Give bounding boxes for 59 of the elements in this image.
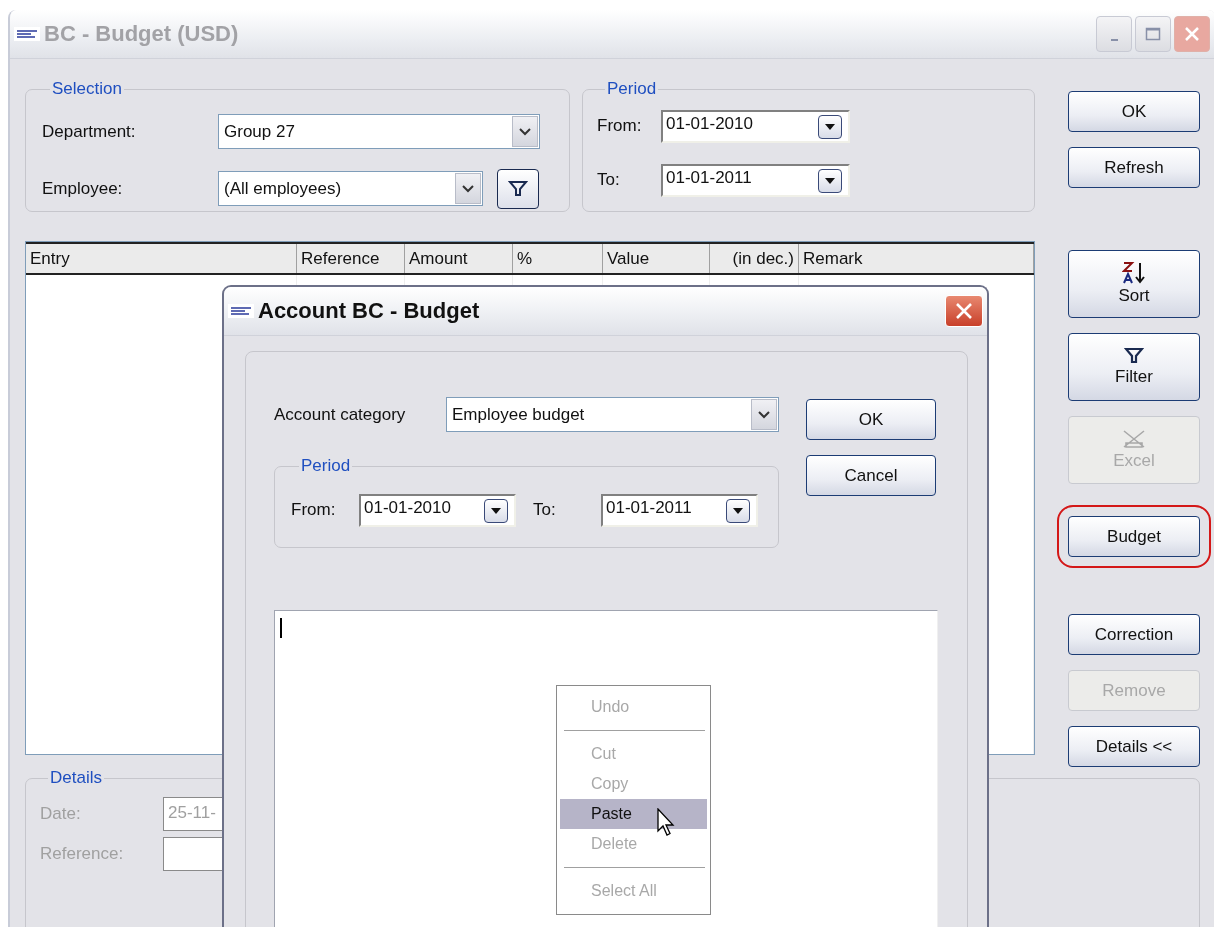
app-logo-icon bbox=[14, 27, 40, 41]
account-category-dropdown[interactable]: Employee budget bbox=[446, 397, 779, 432]
field-label: To: bbox=[533, 500, 557, 520]
field-label: Reference: bbox=[40, 844, 125, 864]
field-label: To: bbox=[597, 170, 621, 190]
column-header[interactable]: Remark bbox=[799, 244, 1034, 273]
text-caret bbox=[280, 618, 282, 638]
dialog-title: Account BC - Budget bbox=[258, 298, 480, 324]
filter-button[interactable] bbox=[497, 168, 539, 209]
field-label: From: bbox=[597, 116, 643, 136]
chevron-down-icon bbox=[462, 184, 474, 193]
dropdown-arrow-icon bbox=[491, 507, 501, 514]
close-icon bbox=[955, 302, 973, 320]
side-button[interactable]: Sort bbox=[1068, 250, 1200, 318]
maximize-icon bbox=[1145, 27, 1161, 41]
dropdown-arrow-icon bbox=[825, 123, 835, 130]
minimize-icon bbox=[1110, 39, 1118, 41]
chevron-down-icon bbox=[758, 410, 770, 419]
dropdown-arrow-icon bbox=[733, 507, 743, 514]
side-button[interactable]: Details << bbox=[1068, 726, 1200, 767]
dialog-button[interactable]: OK bbox=[806, 399, 936, 440]
filter-icon bbox=[1124, 347, 1144, 365]
spreadsheet-icon bbox=[1122, 429, 1146, 449]
column-header[interactable]: Reference bbox=[297, 244, 405, 273]
group-title: Details bbox=[49, 768, 103, 788]
column-header[interactable]: Value bbox=[603, 244, 710, 273]
field-label: Department: bbox=[42, 121, 137, 142]
column-header[interactable]: (in dec.) bbox=[710, 244, 799, 273]
menu-item[interactable]: Paste bbox=[560, 799, 707, 829]
group-title: Period bbox=[300, 456, 352, 476]
sort-icon bbox=[1122, 262, 1146, 284]
filter-icon bbox=[508, 179, 528, 198]
date-picker[interactable]: 01-01-2010 bbox=[359, 493, 516, 527]
column-header[interactable]: % bbox=[513, 244, 603, 273]
field-label: Employee: bbox=[42, 178, 124, 199]
close-icon bbox=[1184, 26, 1200, 42]
dialog-button[interactable]: Cancel bbox=[806, 455, 936, 496]
chevron-down-icon bbox=[519, 127, 531, 136]
department-dropdown[interactable]: Group 27 bbox=[218, 114, 540, 149]
employee-dropdown[interactable]: (All employees) bbox=[218, 171, 483, 206]
side-button[interactable]: Refresh bbox=[1068, 147, 1200, 188]
field-label: Account category bbox=[274, 404, 407, 425]
date-picker[interactable]: 01-01-2011 bbox=[661, 163, 850, 197]
app-logo-icon bbox=[228, 304, 254, 318]
date-picker[interactable]: 01-01-2010 bbox=[661, 109, 850, 143]
field-label: Date: bbox=[40, 804, 82, 824]
dropdown-arrow-icon bbox=[825, 177, 835, 184]
side-button[interactable]: Correction bbox=[1068, 614, 1200, 655]
field-label: From: bbox=[291, 500, 337, 520]
date-picker[interactable]: 01-01-2011 bbox=[601, 493, 758, 527]
group-title: Period bbox=[606, 79, 658, 99]
side-button[interactable]: OK bbox=[1068, 91, 1200, 132]
side-button[interactable]: Budget bbox=[1068, 516, 1200, 557]
side-button[interactable]: Filter bbox=[1068, 333, 1200, 401]
column-header[interactable]: Amount bbox=[405, 244, 513, 273]
window-title: BC - Budget (USD) bbox=[44, 21, 239, 47]
group-title: Selection bbox=[51, 79, 123, 99]
mouse-pointer-icon bbox=[657, 808, 675, 836]
column-header[interactable]: Entry bbox=[26, 244, 297, 273]
